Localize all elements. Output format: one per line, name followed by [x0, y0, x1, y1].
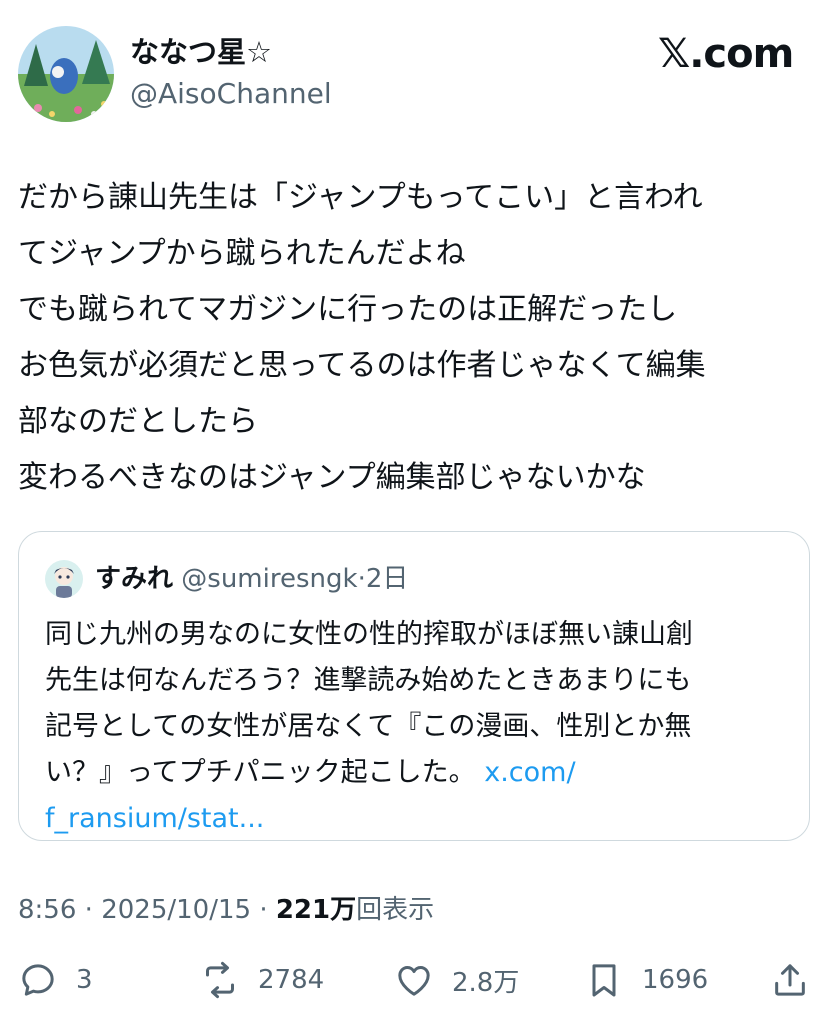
quoted-link[interactable]: x.com/ — [484, 757, 575, 788]
quoted-tweet-card[interactable]: すみれ @sumiresngk·2日 同じ九州の男なのに女性の性的搾取がほぼ無い… — [18, 531, 810, 841]
bookmark-icon — [592, 964, 616, 997]
meta-separator: · — [84, 895, 93, 925]
tweet-text-line: だから諌山先生は「ジャンプもってこい」と言われ — [18, 180, 703, 215]
quoted-author-avatar — [45, 560, 83, 598]
quoted-separator: · — [357, 564, 366, 594]
quoted-text-line-end: い？』ってプチパニック起こした。 — [45, 757, 476, 788]
tweet-text-line: 部なのだとしたら — [18, 404, 258, 439]
author-display-name[interactable]: ななつ星☆ — [130, 32, 272, 72]
tweet-text-line: 変わるべきなのはジャンプ編集部じゃないかな — [18, 460, 646, 495]
tweet-screenshot: ななつ星☆ @AisoChannel 𝕏.com だから諌山先生は「ジャンプもっ… — [0, 0, 828, 1032]
like-count: 2.8万 — [452, 967, 520, 998]
views-count: 221万 — [275, 895, 357, 925]
tweet-time[interactable]: 8:56 — [18, 895, 76, 925]
quoted-text-line: い？』ってプチパニック起こした。 x.com/ — [45, 750, 795, 796]
reply-icon — [22, 964, 54, 996]
heart-icon — [398, 966, 430, 996]
like-button[interactable]: 2.8万 — [394, 956, 519, 1004]
retweet-count: 2784 — [258, 965, 325, 995]
quoted-text-line: 先生は何なんだろう？進撃読み始めたときあまりにも — [45, 665, 692, 696]
tweet-meta: 8:56 · 2025/10/15 · 221万回表示 — [18, 888, 434, 932]
retweet-button[interactable]: 2784 — [200, 956, 324, 1004]
share-icon — [775, 964, 805, 996]
reply-button[interactable]: 3 — [18, 956, 93, 1004]
author-handle[interactable]: @AisoChannel — [130, 74, 332, 114]
quoted-tweet-header: すみれ @sumiresngk·2日 — [95, 560, 408, 598]
quoted-text-line: 記号としての女性が居なくて『この漫画、性別とか無 — [45, 711, 692, 742]
quoted-avatar-image — [45, 560, 83, 598]
quoted-text-line: 同じ九州の男なのに女性の性的搾取がほぼ無い諌山創 — [45, 619, 693, 650]
quoted-time: 2日 — [365, 564, 409, 594]
quoted-author-name: すみれ — [95, 564, 174, 594]
views-label: 回表示 — [356, 895, 435, 925]
quoted-link-continued[interactable]: f_ransium/stat... — [45, 796, 795, 840]
bookmark-count: 1696 — [642, 965, 709, 995]
quoted-author-handle: @sumiresngk — [181, 564, 358, 594]
retweet-icon — [206, 961, 234, 999]
reply-count: 3 — [76, 965, 93, 995]
author-avatar[interactable] — [18, 26, 114, 122]
tweet-date[interactable]: 2025/10/15 — [101, 895, 251, 925]
meta-separator: · — [259, 895, 268, 925]
avatar-image — [18, 26, 114, 122]
tweet-text-line: お色気が必須だと思ってるのは作者じゃなくて編集 — [18, 348, 706, 383]
tweet-text: だから諌山先生は「ジャンプもってこい」と言われ てジャンプから蹴られたんだよね … — [18, 170, 818, 506]
quoted-tweet-text: 同じ九州の男なのに女性の性的搾取がほぼ無い諌山創 先生は何なんだろう？進撃読み始… — [45, 612, 795, 840]
share-button[interactable] — [770, 956, 810, 1004]
tweet-text-line: でも蹴られてマガジンに行ったのは正解だったし — [18, 292, 678, 327]
tweet-text-line: てジャンプから蹴られたんだよね — [18, 236, 466, 271]
bookmark-button[interactable]: 1696 — [584, 956, 708, 1004]
x-logo: 𝕏.com — [658, 31, 794, 77]
